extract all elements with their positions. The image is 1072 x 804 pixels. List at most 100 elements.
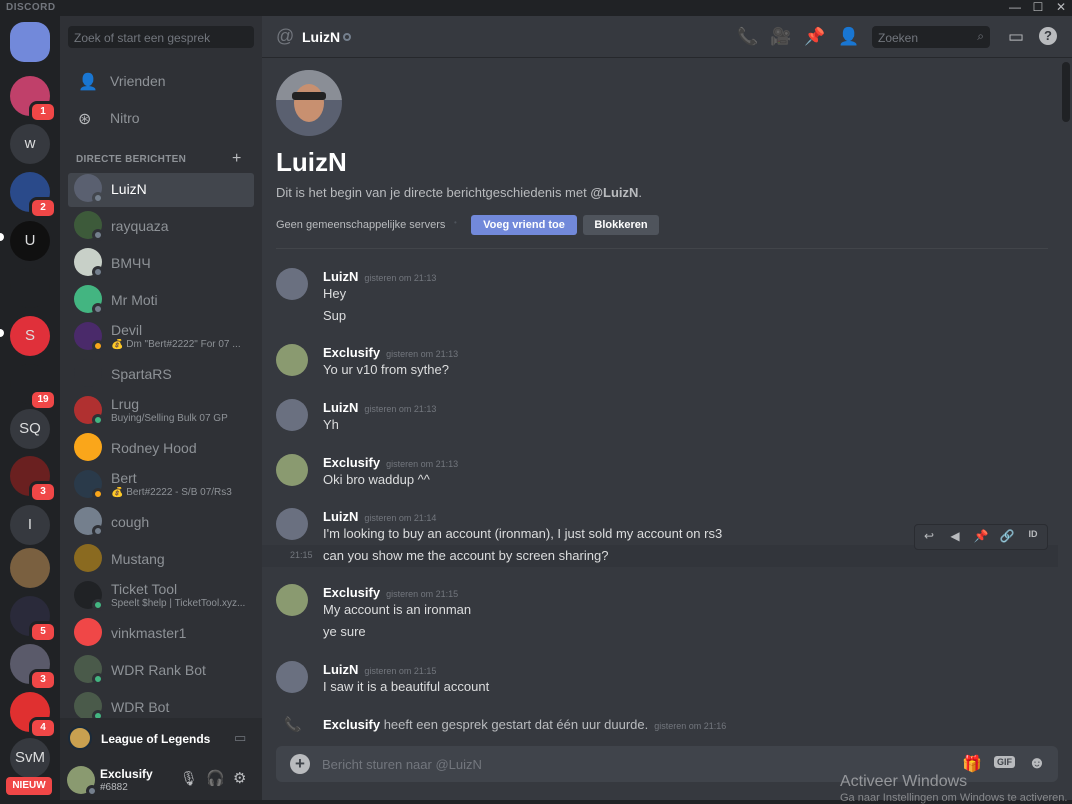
emoji-icon[interactable]: ☻: [1028, 753, 1046, 773]
chat-search-input[interactable]: Zoeken ⌕: [872, 26, 990, 48]
dm-name: Devil: [111, 322, 143, 338]
status-dot: [92, 414, 104, 426]
server-icon-11[interactable]: [10, 548, 50, 588]
dm-name: rayquaza: [111, 218, 169, 234]
server-icon-7[interactable]: 19: [10, 364, 57, 411]
server-icon-8[interactable]: SQ: [10, 409, 50, 449]
video-call-icon[interactable]: 🎥: [770, 27, 792, 47]
dm-item[interactable]: Bert 💰 Bert#2222 - S/B 07/Rs3: [68, 469, 254, 503]
server-icon-10[interactable]: I: [10, 505, 50, 545]
mention-badge: 5: [29, 621, 57, 643]
screen-share-icon[interactable]: ▭: [234, 730, 246, 746]
status-dot: [92, 266, 104, 278]
tag-icon[interactable]: ◀: [945, 529, 965, 545]
server-icon-2[interactable]: w: [10, 124, 50, 164]
upload-plus-icon[interactable]: +: [290, 754, 310, 774]
message-avatar[interactable]: [276, 399, 308, 431]
dm-item[interactable]: BMЧЧ: [68, 247, 254, 281]
server-icon-1[interactable]: 1: [10, 76, 57, 123]
gift-icon[interactable]: 🎁: [962, 754, 982, 774]
message-author[interactable]: LuizN gisteren om 21:13: [323, 269, 436, 284]
server-icon-15[interactable]: SvM: [10, 738, 50, 778]
dm-item[interactable]: Rodney Hood: [68, 432, 254, 466]
server-icon-6[interactable]: S: [10, 316, 50, 356]
voice-call-icon[interactable]: 📞: [737, 27, 759, 47]
create-dm-icon[interactable]: +: [232, 150, 241, 168]
minimize-button[interactable]: —: [1004, 0, 1026, 16]
nav-nitro-label: Nitro: [110, 110, 140, 126]
mention-badge: 3: [29, 669, 57, 691]
settings-gear-icon[interactable]: ⚙: [233, 769, 246, 787]
dm-item[interactable]: Ticket Tool Speelt $help | TicketTool.xyz…: [68, 580, 254, 614]
maximize-button[interactable]: ☐: [1027, 0, 1049, 16]
message-author[interactable]: LuizN gisteren om 21:13: [323, 400, 436, 415]
nav-nitro[interactable]: ⊛ Nitro: [68, 101, 254, 135]
add-friend-icon[interactable]: 👤: [838, 27, 860, 47]
message-timestamp: gisteren om 21:13: [386, 349, 459, 359]
server-icon-13[interactable]: 3: [10, 644, 57, 691]
dm-item[interactable]: cough: [68, 506, 254, 540]
dm-search-input[interactable]: Zoek of start een gesprek: [68, 26, 254, 48]
message-author[interactable]: Exclusify gisteren om 21:13: [323, 345, 458, 360]
pin-message-icon[interactable]: 📌: [971, 529, 991, 545]
id-icon[interactable]: ID: [1023, 529, 1043, 545]
headphones-icon[interactable]: 🎧: [206, 769, 225, 787]
activity-panel: League of Legends ▭: [60, 718, 262, 758]
dm-item[interactable]: Devil 💰 Dm "Bert#2222" For 07 ...: [68, 321, 254, 355]
server-icon-4[interactable]: U: [10, 221, 50, 261]
link-icon[interactable]: 🔗: [997, 529, 1017, 545]
dm-header: DIRECTE BERICHTEN: [76, 154, 187, 165]
dm-status-text: 💰 Dm "Bert#2222" For 07 ...: [111, 339, 241, 350]
dm-item[interactable]: Lrug Buying/Selling Bulk 07 GP: [68, 395, 254, 429]
author-name: LuizN: [323, 269, 359, 284]
message-avatar[interactable]: [276, 268, 308, 300]
server-icon-3[interactable]: 2: [10, 172, 57, 219]
new-label-badge[interactable]: NIEUW: [6, 777, 52, 795]
dm-item[interactable]: rayquaza: [68, 210, 254, 244]
dm-item[interactable]: Mustang: [68, 543, 254, 577]
scrollbar-thumb[interactable]: [1062, 62, 1070, 122]
server-icon-12[interactable]: 5: [10, 596, 57, 643]
message-input[interactable]: Bericht sturen naar @LuizN: [322, 757, 482, 772]
message-avatar[interactable]: [276, 584, 308, 616]
add-friend-button[interactable]: Voeg vriend toe: [471, 215, 577, 235]
message-text: Yo ur v10 from sythe?: [323, 362, 449, 377]
separator-dot: •: [454, 218, 457, 227]
dm-name: Mustang: [111, 551, 165, 567]
dm-item[interactable]: SpartaRS: [68, 358, 254, 392]
dm-item[interactable]: LuizN: [68, 173, 254, 207]
message-avatar[interactable]: [276, 344, 308, 376]
status-dot: [92, 229, 104, 241]
message-text: can you show me the account by screen sh…: [323, 548, 609, 563]
message-author[interactable]: LuizN gisteren om 21:15: [323, 662, 436, 677]
server-icon-14[interactable]: 4: [10, 692, 57, 739]
message-avatar[interactable]: [276, 661, 308, 693]
dm-name: WDR Rank Bot: [111, 662, 206, 678]
dm-name: Mr Moti: [111, 292, 158, 308]
message-avatar[interactable]: [276, 454, 308, 486]
dm-item[interactable]: vinkmaster1: [68, 617, 254, 651]
help-icon[interactable]: ?: [1039, 27, 1057, 45]
server-icon-0[interactable]: [10, 22, 50, 62]
channel-title: LuizN: [302, 29, 341, 45]
server-icon-5[interactable]: [10, 268, 50, 308]
nav-friends[interactable]: 👤 Vrienden: [68, 64, 254, 98]
gif-icon[interactable]: GIF: [994, 756, 1015, 768]
message-author[interactable]: LuizN gisteren om 21:14: [323, 509, 436, 524]
dm-item[interactable]: WDR Rank Bot: [68, 654, 254, 688]
close-window-button[interactable]: ✕: [1050, 0, 1072, 16]
dm-item[interactable]: Mr Moti: [68, 284, 254, 318]
microphone-icon[interactable]: 🎙: [180, 770, 198, 787]
author-name: LuizN: [323, 400, 359, 415]
message-author[interactable]: Exclusify gisteren om 21:13: [323, 455, 458, 470]
message-author[interactable]: Exclusify gisteren om 21:15: [323, 585, 458, 600]
message-avatar[interactable]: [276, 508, 308, 540]
message-text: Oki bro waddup ^^: [323, 472, 430, 487]
inbox-icon[interactable]: ▭: [1005, 27, 1027, 47]
server-icon-9[interactable]: 3: [10, 456, 57, 503]
friends-icon: 👤: [78, 74, 98, 91]
mention-badge: 2: [29, 197, 57, 219]
reply-icon[interactable]: ↩: [919, 529, 939, 545]
block-button[interactable]: Blokkeren: [583, 215, 659, 235]
pin-icon[interactable]: 📌: [804, 27, 826, 47]
